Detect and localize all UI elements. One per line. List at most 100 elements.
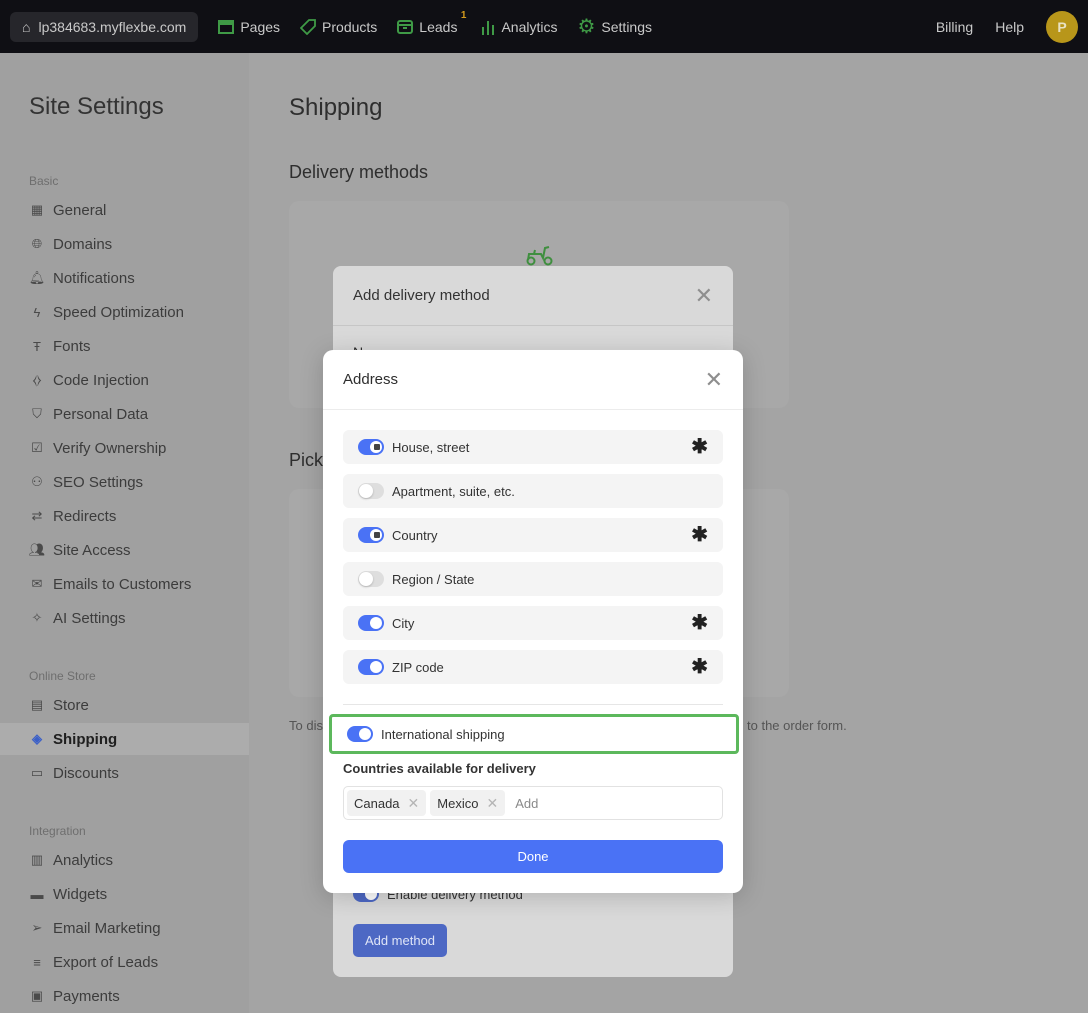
mail-icon: ✉ [31,576,43,591]
gear-icon: ⚙ [577,16,596,38]
globe-icon: 🌐︎ [31,236,43,251]
lock-icon [374,444,380,450]
international-shipping-row[interactable]: International shipping [329,714,739,754]
sidebar-item-redirects[interactable]: ⇄ Redirects [0,500,249,532]
wallet-icon: ▣ [30,988,44,1003]
delivery-methods-heading: Delivery methods [289,162,429,182]
sidebar-item-label: AI Settings [53,609,126,627]
close-icon[interactable]: ✕ [705,368,723,391]
sidebar-item-code-injection[interactable]: ⧼⧽ Code Injection [0,364,249,396]
sparkle-icon: ✧ [31,610,43,625]
nav-label: Leads [419,18,458,35]
close-icon[interactable]: ✕ [695,284,713,307]
sidebar-section-label: Integration [29,824,86,838]
sidebar-item-label: Discounts [53,764,119,782]
store-icon: ▤ [30,697,44,712]
sidebar-item-label: Verify Ownership [53,439,167,457]
nav-leads[interactable]: Leads 1 [397,10,466,35]
add-country-input[interactable]: Add [515,796,538,811]
widget-icon: ▬ [30,886,44,902]
country-chip: Mexico ✕ [430,790,506,816]
nav-pages[interactable]: Pages [218,19,280,35]
sidebar-item-widgets[interactable]: ▬ Widgets [0,878,249,910]
sidebar-item-emails-to-customers[interactable]: ✉ Emails to Customers [0,568,249,600]
sidebar-item-site-access[interactable]: 👥︎ Site Access [0,534,249,566]
countries-input[interactable]: Canada ✕ Mexico ✕ Add [343,786,723,820]
sidebar-item-fonts[interactable]: Ŧ Fonts [0,330,249,362]
sidebar-item-store[interactable]: ▤ Store [0,689,249,721]
international-shipping-label: International shipping [381,726,505,742]
scooter-icon [526,246,553,266]
remove-icon[interactable]: ✕ [486,795,498,812]
remove-icon[interactable]: ✕ [408,795,420,812]
done-button[interactable]: Done [343,840,723,873]
field-label: Country [392,527,438,543]
sidebar-item-label: Store [53,696,89,714]
address-field-row: House, street ✱ [343,430,723,464]
avatar[interactable]: P [1046,10,1078,43]
toggle-switch[interactable] [358,483,384,499]
font-icon: Ŧ [33,338,41,354]
sidebar-item-speed-optimization[interactable]: ϟ Speed Optimization [0,296,249,328]
code-icon: ⧼⧽ [32,372,42,387]
sidebar-item-personal-data[interactable]: ⛉ Personal Data [0,398,249,430]
box-icon: ◈ [32,731,42,746]
toggle-switch[interactable] [347,726,373,742]
toggle-switch [358,527,384,543]
sidebar-item-label: Site Access [53,541,131,559]
field-label: City [392,615,415,631]
sidebar-section-label: Basic [29,174,59,188]
sidebar-item-label: Redirects [53,507,117,525]
toggle-switch[interactable] [358,659,384,675]
nav-settings[interactable]: ⚙ Settings [577,14,652,39]
shield-icon: ⛉ [32,406,42,421]
sidebar-item-seo-settings[interactable]: ⚇ SEO Settings [0,466,249,498]
sidebar-item-payments[interactable]: ▣ Payments [0,980,249,1012]
address-field-row: ZIP code ✱ [343,650,723,684]
required-asterisk-icon[interactable]: ✱ [691,525,708,545]
users-icon: 👥︎ [28,542,46,557]
required-asterisk-icon[interactable]: ✱ [691,613,708,633]
required-asterisk-icon[interactable]: ✱ [691,657,708,677]
address-field-row: City ✱ [343,606,723,640]
nav-products[interactable]: Products [300,19,377,35]
note-text-right: to the order form. [747,718,847,733]
sidebar-item-analytics[interactable]: ▥ Analytics [0,844,249,876]
home-icon: ⌂ [22,18,31,35]
sidebar-item-email-marketing[interactable]: ➢ Email Marketing [0,912,249,944]
toggle-switch[interactable] [358,615,384,631]
leads-badge: 1 [460,9,467,21]
sidebar-item-discounts[interactable]: ▭ Discounts [0,757,249,789]
nav-label: Pages [240,18,281,35]
site-domain: lp384683.myflexbe.com [38,18,187,35]
tag-icon [300,18,316,35]
sidebar-item-ai-settings[interactable]: ✧ AI Settings [0,602,249,634]
sidebar-title: Site Settings [29,93,164,120]
sidebar-item-general[interactable]: ▦ General [0,194,249,226]
sidebar-item-export-of-leads[interactable]: ≡ Export of Leads [0,946,249,978]
address-dialog: Address ✕ House, street ✱ Apartment, suite,… [323,350,743,893]
sidebar-item-shipping[interactable]: ◈ Shipping [0,723,249,755]
site-link[interactable]: ⌂ lp384683.myflexbe.com [10,11,199,42]
sidebar-item-label: Widgets [53,885,108,903]
toggle-switch[interactable] [358,571,384,587]
sidebar-item-domains[interactable]: 🌐︎ Domains [0,228,249,260]
sidebar-item-label: Notifications [53,269,135,287]
billing-link[interactable]: Billing [936,19,973,35]
field-label: House, street [392,439,470,455]
add-method-button[interactable]: Add method [353,924,447,957]
sidebar-item-label: Analytics [53,851,114,869]
help-link[interactable]: Help [995,19,1024,35]
sidebar-item-label: Domains [53,235,113,253]
nav-label: Analytics [501,18,558,35]
bar-chart-icon: ▥ [30,852,44,867]
nav-analytics[interactable]: Analytics [481,19,557,35]
lightning-icon: ϟ [33,304,41,320]
address-field-row: Apartment, suite, etc. [343,474,723,508]
required-asterisk-icon[interactable]: ✱ [691,437,708,457]
note-text-left: To dis [289,718,323,733]
send-icon: ➢ [31,920,43,935]
country-chip: Canada ✕ [347,790,427,816]
sidebar-item-verify-ownership[interactable]: ☑ Verify Ownership [0,432,249,464]
sidebar-item-notifications[interactable]: 🔔︎ Notifications [0,262,249,294]
